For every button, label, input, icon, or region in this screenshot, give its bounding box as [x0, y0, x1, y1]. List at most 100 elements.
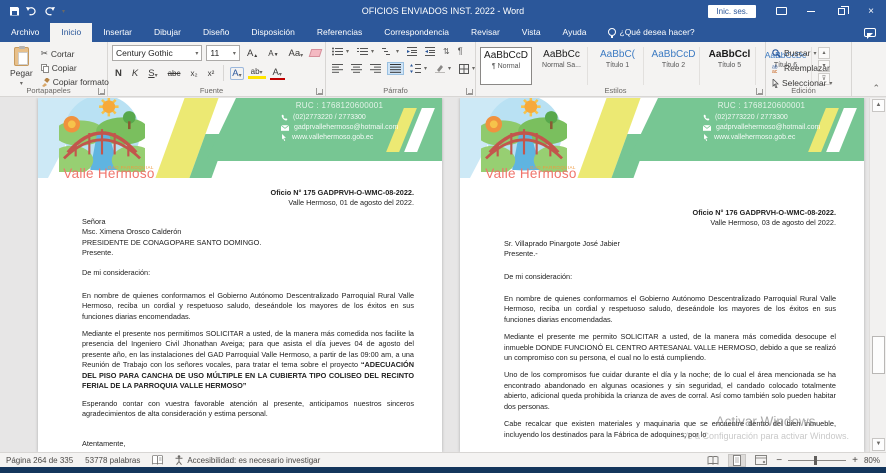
subscript-button[interactable]: x₂ — [187, 69, 200, 78]
page-count[interactable]: Página 264 de 335 — [6, 456, 73, 465]
change-case-button[interactable]: Aa▾ — [286, 48, 307, 59]
tab-insertar[interactable]: Insertar — [92, 23, 143, 42]
style-titulo-5[interactable]: AaBbCcl Título 5 — [704, 47, 756, 85]
style-normal[interactable]: AaBbCcD ¶ Normal — [480, 47, 532, 85]
recipient-line: Msc. Ximena Orosco Calderón — [82, 227, 414, 237]
proofing-icon[interactable] — [152, 455, 163, 465]
zoom-level[interactable]: 80% — [864, 456, 880, 465]
paragraph-marks-icon[interactable]: ¶ — [456, 45, 465, 57]
group-styles: AaBbCcD ¶ Normal AaBbCc Normal Sa... AaB… — [476, 42, 766, 96]
dialog-launcher-icon[interactable] — [466, 88, 473, 95]
tab-vista[interactable]: Vista — [511, 23, 552, 42]
read-mode-icon[interactable] — [704, 454, 722, 467]
accessibility-status[interactable]: Accesibilidad: es necesario investigar — [175, 455, 320, 465]
strikethrough-button[interactable]: abc — [165, 69, 184, 78]
tell-me-box[interactable]: ¿Qué desea hacer? — [598, 23, 705, 42]
scroll-up-icon[interactable]: ▲ — [872, 99, 885, 112]
display-settings-icon[interactable] — [766, 0, 796, 22]
copy-button[interactable]: Copiar — [39, 62, 111, 74]
line-spacing-button[interactable]: ▾ — [408, 63, 429, 74]
web-layout-icon[interactable] — [752, 454, 770, 467]
tab-revisar[interactable]: Revisar — [460, 23, 511, 42]
collapse-ribbon-icon[interactable]: ⌃ — [872, 83, 880, 94]
recipient-line: Presente.- — [504, 249, 836, 259]
zoom-out-icon[interactable]: − — [776, 455, 782, 466]
group-label-styles: Estilos — [476, 86, 755, 95]
replace-button[interactable]: abac Reemplazar — [770, 62, 834, 74]
tab-correspondencia[interactable]: Correspondencia — [373, 23, 460, 42]
numbering-button[interactable]: ▾ — [355, 46, 376, 57]
group-editing: Buscar▾ abac Reemplazar Seleccionar▾ Edi… — [766, 42, 852, 96]
sort-icon[interactable]: ⇅ — [441, 46, 452, 57]
salutation: De mi consideración: — [504, 272, 836, 282]
customize-toolbar-icon[interactable]: ▾ — [62, 8, 65, 15]
decrease-indent-icon[interactable] — [405, 46, 419, 57]
letter-body[interactable]: Oficio N° 176 GADPRVH-O-WMC-08-2022. Val… — [460, 208, 864, 440]
scroll-down-icon[interactable]: ▼ — [872, 438, 885, 451]
style-normal-sa[interactable]: AaBbCc Normal Sa... — [536, 47, 588, 85]
tab-inicio[interactable]: Inicio — [50, 23, 92, 42]
bullets-button[interactable]: ▾ — [330, 46, 351, 57]
font-size-combo[interactable]: 11▾ — [206, 45, 240, 61]
document-canvas[interactable]: RUC : 1768120600001 (02)2773220 / 277330… — [0, 98, 886, 452]
font-color-button[interactable]: A▾ — [270, 67, 285, 80]
cut-button[interactable]: ✂Cortar — [39, 47, 111, 60]
print-layout-icon[interactable] — [728, 454, 746, 467]
tab-diseno[interactable]: Diseño — [192, 23, 240, 42]
dialog-launcher-icon[interactable] — [316, 88, 323, 95]
zoom-in-icon[interactable]: + — [852, 455, 858, 466]
sign-in-button[interactable]: Inic. ses. — [708, 5, 756, 18]
dialog-launcher-icon[interactable] — [756, 88, 763, 95]
undo-icon[interactable] — [26, 6, 37, 16]
text-effects-button[interactable]: A▾ — [230, 67, 243, 80]
style-titulo-2[interactable]: AaBbCcD Título 2 — [648, 47, 700, 85]
comments-icon[interactable] — [864, 24, 886, 42]
accessibility-icon — [175, 455, 183, 465]
tab-archivo[interactable]: Archivo — [0, 23, 50, 42]
tab-dibujar[interactable]: Dibujar — [143, 23, 192, 42]
align-left-icon[interactable] — [330, 63, 345, 74]
tell-me-label: ¿Qué desea hacer? — [620, 27, 695, 37]
scrollbar-thumb[interactable] — [872, 336, 885, 374]
minimize-button[interactable] — [796, 0, 826, 22]
borders-button[interactable]: ▾ — [457, 63, 477, 75]
increase-indent-icon[interactable] — [423, 46, 437, 57]
shading-button[interactable]: ▾ — [433, 63, 453, 74]
zoom-slider-thumb[interactable] — [814, 456, 817, 465]
highlight-color-button[interactable]: ab▾ — [248, 67, 266, 79]
bold-button[interactable]: N — [112, 68, 125, 79]
oficio-number: Oficio N° 176 GADPRVH-O-WMC-08-2022. — [504, 208, 836, 218]
restore-button[interactable] — [826, 0, 856, 22]
status-bar: Página 264 de 335 53778 palabras Accesib… — [0, 452, 886, 467]
ribbon: Pegar ▾ ✂Cortar Copiar Copiar formato Po… — [0, 42, 886, 97]
redo-icon[interactable] — [44, 6, 55, 16]
align-center-icon[interactable] — [349, 63, 364, 74]
shrink-font-button[interactable]: A▼ — [265, 49, 281, 58]
superscript-button[interactable]: x² — [205, 69, 218, 78]
justify-icon[interactable] — [387, 62, 404, 75]
zoom-slider[interactable] — [788, 460, 846, 461]
vertical-scrollbar[interactable]: ▲ ▼ — [869, 98, 886, 452]
letter-body[interactable]: Oficio N° 175 GADPRVH-O-WMC-08-2022. Val… — [38, 188, 442, 450]
font-family-combo[interactable]: Century Gothic▾ — [112, 45, 202, 61]
tab-referencias[interactable]: Referencias — [306, 23, 373, 42]
clear-formatting-icon[interactable] — [309, 49, 322, 57]
page-right[interactable]: RUC : 1768120600001 (02)2773220 / 277330… — [460, 98, 864, 452]
word-count[interactable]: 53778 palabras — [85, 456, 140, 465]
italic-button[interactable]: K — [129, 68, 141, 79]
tab-ayuda[interactable]: Ayuda — [552, 23, 598, 42]
underline-button[interactable]: S▾ — [145, 68, 160, 79]
dialog-launcher-icon[interactable] — [98, 88, 105, 95]
grow-font-button[interactable]: A▲ — [244, 48, 261, 59]
paste-button[interactable]: Pegar ▾ — [4, 45, 39, 89]
save-icon[interactable] — [10, 7, 19, 16]
multilevel-list-button[interactable]: ▾ — [380, 46, 401, 57]
tab-disposicion[interactable]: Disposición — [240, 23, 305, 42]
close-button[interactable]: × — [856, 0, 886, 22]
page-left[interactable]: RUC : 1768120600001 (02)2773220 / 277330… — [38, 98, 442, 452]
find-button[interactable]: Buscar▾ — [770, 47, 834, 59]
align-right-icon[interactable] — [368, 63, 383, 74]
recipient-line: PRESIDENTE DE CONAGOPARE SANTO DOMINGO. — [82, 238, 414, 248]
style-titulo-1[interactable]: AaBbC( Título 1 — [592, 47, 644, 85]
valle-hermoso-logo: GAD PARROQUIAL Valle Hermoso — [472, 98, 576, 178]
